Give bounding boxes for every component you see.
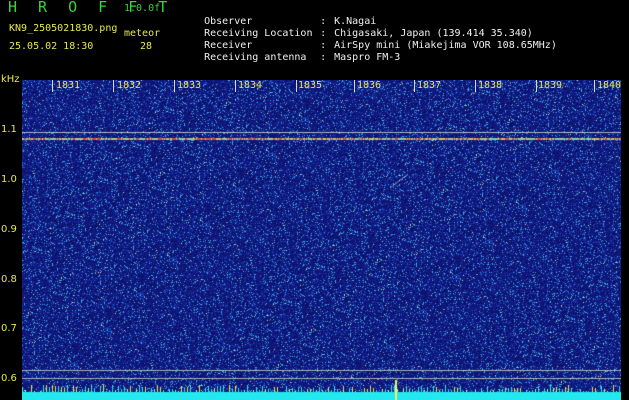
- minute-tick: [52, 80, 53, 92]
- info-label: Receiving antenna: [204, 52, 307, 63]
- minute-label: 1833: [177, 80, 202, 91]
- info-value: Maspro FM-3: [334, 52, 401, 63]
- minute-tick: [414, 80, 415, 92]
- filename-label: KN9_2505021830.png: [9, 23, 118, 34]
- y-tick-label: 1.1: [1, 124, 17, 135]
- y-tick-label: 0.6: [1, 373, 17, 384]
- datetime-label: 25.05.02 18:30: [9, 41, 94, 52]
- minute-tick: [235, 80, 236, 92]
- info-row-antenna: Receiving antenna: Maspro FM-3: [180, 40, 400, 76]
- minute-label: 1836: [357, 80, 382, 91]
- minute-label: 1840: [597, 80, 622, 91]
- minute-tick: [296, 80, 297, 92]
- minute-label: 1835: [298, 80, 323, 91]
- y-axis-unit: kHz: [1, 74, 20, 85]
- info-separator: :: [320, 52, 327, 63]
- minute-label: 1832: [117, 80, 142, 91]
- y-tick-label: 0.9: [1, 224, 17, 235]
- minute-tick: [113, 80, 114, 92]
- y-tick-label: 0.7: [1, 323, 17, 334]
- minute-label: 1837: [417, 80, 442, 91]
- y-tick-label: 1.0: [1, 174, 17, 185]
- minute-label: 1834: [238, 80, 263, 91]
- minute-tick: [594, 80, 595, 92]
- y-tick-label: 0.8: [1, 274, 17, 285]
- minute-label: 1831: [56, 80, 81, 91]
- minute-tick: [536, 80, 537, 92]
- minute-tick: [475, 80, 476, 92]
- app-version: 1.0.0f: [124, 3, 161, 14]
- meteor-count: 28: [140, 41, 153, 52]
- spectrogram-plot[interactable]: [22, 80, 621, 400]
- mode-label: meteor: [124, 28, 161, 39]
- spectrogram-canvas[interactable]: [22, 80, 621, 400]
- minute-tick: [354, 80, 355, 92]
- minute-label: 1838: [478, 80, 503, 91]
- minute-label: 1839: [538, 80, 563, 91]
- minute-tick: [174, 80, 175, 92]
